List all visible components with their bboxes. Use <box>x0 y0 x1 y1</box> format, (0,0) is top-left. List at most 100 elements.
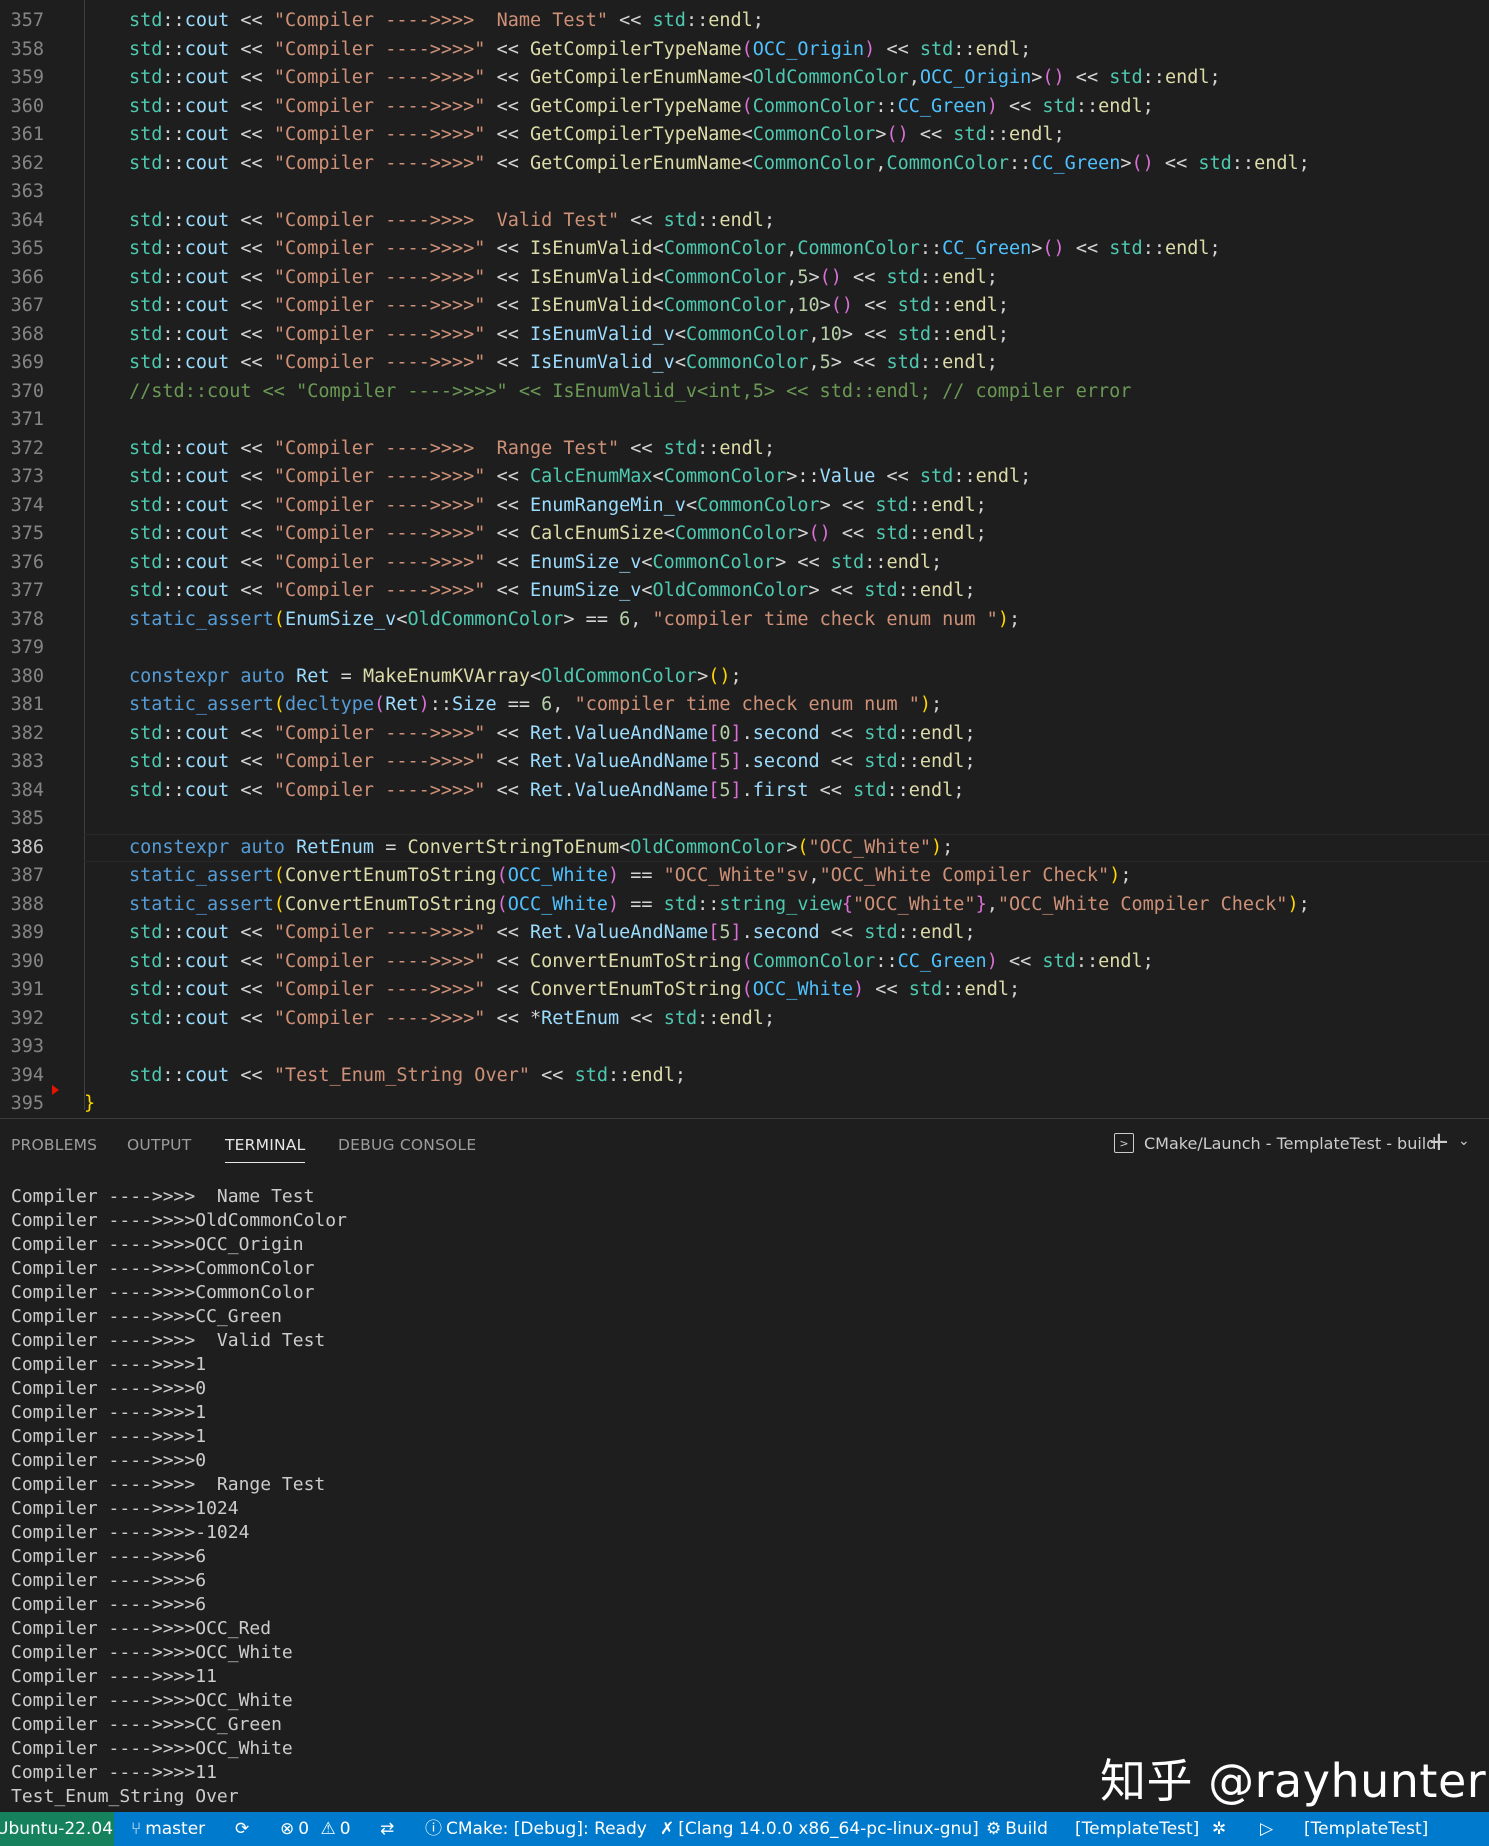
remote-indicator[interactable]: Ubuntu-22.04 <box>0 1812 114 1846</box>
code-line[interactable]: 359 std::cout << "Compiler ---->>>>" << G… <box>0 64 1489 93</box>
code-token: std <box>919 38 954 60</box>
chevron-down-icon[interactable]: ⌄ <box>1458 1133 1470 1149</box>
code-line[interactable]: 394 std::cout << "Test_Enum_String Over" … <box>0 1062 1489 1091</box>
code-line[interactable]: 370 //std::cout << "Compiler ---->>>>" <<… <box>0 378 1489 407</box>
code-line[interactable]: 369 std::cout << "Compiler ---->>>>" << I… <box>0 349 1489 378</box>
code-text: std::cout << "Compiler ---->>>>" << IsEn… <box>129 349 998 378</box>
problems-item[interactable]: ⊗ 0 ⚠ 0 <box>280 1812 351 1846</box>
debug-bug-icon[interactable]: ✲ <box>1212 1812 1226 1846</box>
code-token: //std::cout << "Compiler ---->>>>" << Is… <box>129 380 1132 402</box>
code-line[interactable]: 379 <box>0 634 1489 663</box>
code-token: cout <box>184 1007 230 1029</box>
code-token: << <box>229 751 274 772</box>
code-token: ( <box>496 893 508 915</box>
code-token: :: <box>897 751 920 772</box>
code-line[interactable]: 382 std::cout << "Compiler ---->>>>" << R… <box>0 720 1489 749</box>
code-token: :: <box>162 124 185 145</box>
code-token: "OCC_White Compiler Check" <box>997 893 1288 915</box>
code-line[interactable]: 366 std::cout << "Compiler ---->>>>" << I… <box>0 264 1489 293</box>
code-line[interactable]: 363 <box>0 178 1489 207</box>
sync-icon[interactable]: ⟳ <box>235 1812 249 1846</box>
new-terminal-plus-icon[interactable]: + <box>1428 1127 1450 1157</box>
terminal-selector-label: CMake/Launch - TemplateTest - build <box>1144 1133 1437 1153</box>
code-line[interactable]: 392 std::cout << "Compiler ---->>>>" << *… <box>0 1005 1489 1034</box>
code-token: cout <box>184 10 230 31</box>
code-line[interactable]: 393 <box>0 1033 1489 1062</box>
code-line[interactable]: 372 std::cout << "Compiler ---->>>> Range… <box>0 435 1489 464</box>
code-token: << <box>485 494 531 516</box>
code-token: > <box>819 295 831 316</box>
code-line[interactable]: 389 std::cout << "Compiler ---->>>>" << R… <box>0 919 1489 948</box>
code-line[interactable]: 357 std::cout << "Compiler ---->>>> Name … <box>0 7 1489 36</box>
branch-item[interactable]: ⑂ master <box>131 1812 205 1846</box>
code-line[interactable]: 377 std::cout << "Compiler ---->>>>" << E… <box>0 577 1489 606</box>
tab-debug-console[interactable]: DEBUG CONSOLE <box>338 1136 476 1154</box>
code-line[interactable]: 386 constexpr auto RetEnum = ConvertStrin… <box>0 833 1489 863</box>
code-line[interactable]: 362 std::cout << "Compiler ---->>>>" << G… <box>0 150 1489 179</box>
code-token: 6 <box>541 694 553 715</box>
code-token: CC_Green <box>897 950 987 972</box>
code-line[interactable]: 376 std::cout << "Compiler ---->>>>" << E… <box>0 549 1489 578</box>
code-line[interactable]: 361 std::cout << "Compiler ---->>>>" << G… <box>0 121 1489 150</box>
code-token: std <box>663 437 698 459</box>
code-line[interactable]: 373 std::cout << "Compiler ---->>>>" << C… <box>0 463 1489 492</box>
code-token: ; <box>1298 893 1310 915</box>
code-token: cout <box>184 494 230 516</box>
code-token: 10 <box>819 323 842 345</box>
tab-problems[interactable]: PROBLEMS <box>11 1136 97 1154</box>
code-line[interactable]: 395} <box>0 1090 1489 1118</box>
code-token: 5 <box>819 352 831 373</box>
code-token: ; <box>730 665 742 687</box>
cmake-status-item[interactable]: ⓘ CMake: [Debug]: Ready <box>425 1812 647 1846</box>
code-token: std <box>1198 152 1232 174</box>
code-line[interactable]: 360 std::cout << "Compiler ---->>>>" << G… <box>0 93 1489 122</box>
code-line[interactable]: 380 constexpr auto Ret = MakeEnumKVArray<… <box>0 663 1489 692</box>
code-line[interactable]: 388 static_assert(ConvertEnumToString(OCC… <box>0 891 1489 920</box>
code-line[interactable]: 378 static_assert(EnumSize_v<OldCommonCol… <box>0 606 1489 635</box>
launch-target-item[interactable]: [TemplateTest] <box>1304 1812 1428 1846</box>
code-editor[interactable]: 357 std::cout << "Compiler ---->>>> Name … <box>0 0 1489 1118</box>
code-line[interactable]: 365 std::cout << "Compiler ---->>>>" << I… <box>0 235 1489 264</box>
code-line[interactable]: 375 std::cout << "Compiler ---->>>>" << C… <box>0 520 1489 549</box>
code-line[interactable]: 364 std::cout << "Compiler ---->>>> Valid… <box>0 207 1489 236</box>
code-token: > <box>1031 67 1043 88</box>
code-token: endl <box>1098 95 1143 117</box>
code-token: std <box>663 1007 698 1029</box>
kit-item[interactable]: ✗ [Clang 14.0.0 x86_64-pc-linux-gnu] <box>660 1812 979 1846</box>
code-token: () <box>1042 238 1065 259</box>
code-line[interactable]: 385 <box>0 805 1489 834</box>
tab-output[interactable]: OUTPUT <box>127 1136 191 1154</box>
build-target-item[interactable]: [TemplateTest] <box>1075 1812 1199 1846</box>
live-share-icon[interactable]: ⇄ <box>380 1812 394 1846</box>
tab-terminal[interactable]: TERMINAL <box>225 1136 306 1163</box>
code-line[interactable]: 381 static_assert(decltype(Ret)::Size == … <box>0 691 1489 720</box>
terminal-selector[interactable]: > CMake/Launch - TemplateTest - build <box>1114 1133 1436 1153</box>
code-token: "OCC_White Compiler Check" <box>819 865 1110 886</box>
code-token: std <box>129 922 163 943</box>
code-line[interactable]: 390 std::cout << "Compiler ---->>>>" << C… <box>0 948 1489 977</box>
code-line[interactable]: 383 std::cout << "Compiler ---->>>>" << R… <box>0 748 1489 777</box>
line-number: 363 <box>10 181 44 202</box>
code-line[interactable]: 371 <box>0 406 1489 435</box>
code-line[interactable]: 368 std::cout << "Compiler ---->>>>" << I… <box>0 321 1489 350</box>
code-line[interactable]: 374 std::cout << "Compiler ---->>>>" << E… <box>0 492 1489 521</box>
code-token: endl <box>886 551 932 573</box>
code-line[interactable]: 367 std::cout << "Compiler ---->>>>" << I… <box>0 292 1489 321</box>
code-token: endl <box>919 922 965 943</box>
code-token: << <box>229 323 274 345</box>
code-line[interactable]: 384 std::cout << "Compiler ---->>>>" << R… <box>0 777 1489 806</box>
terminal-output[interactable]: Compiler ---->>>> Name Test Compiler ----… <box>11 1185 347 1809</box>
code-token: RetEnum <box>296 836 375 858</box>
build-item[interactable]: ⚙ Build <box>986 1812 1048 1846</box>
watermark: 知乎 @rayhunter <box>1100 1754 1487 1808</box>
code-line[interactable]: 358 std::cout << "Compiler ---->>>>" << G… <box>0 36 1489 65</box>
code-text: std::cout << "Compiler ---->>>>" << Ret.… <box>129 777 964 806</box>
run-play-icon[interactable]: ▷ <box>1260 1812 1273 1846</box>
line-number: 389 <box>10 922 44 943</box>
code-text: std::cout << "Compiler ---->>>>" << Conv… <box>129 976 1020 1005</box>
terminal-line: Compiler ---->>>>OCC_White <box>11 1690 293 1711</box>
code-line[interactable]: 387 static_assert(ConvertEnumToString(OCC… <box>0 862 1489 891</box>
code-line[interactable]: 391 std::cout << "Compiler ---->>>>" << C… <box>0 976 1489 1005</box>
line-number: 371 <box>10 409 44 430</box>
